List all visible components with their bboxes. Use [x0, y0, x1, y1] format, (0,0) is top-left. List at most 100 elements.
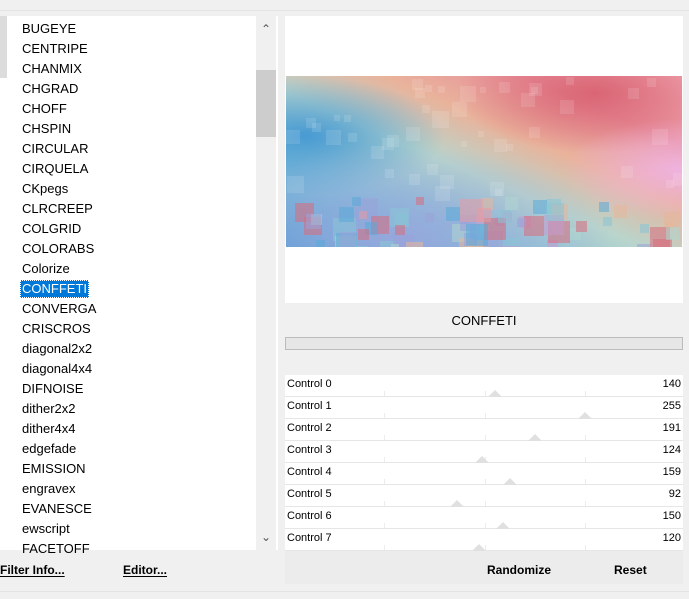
preview-mosaic-tile	[352, 197, 361, 206]
filter-list-item[interactable]: dither2x2	[14, 399, 254, 419]
preview-mosaic-tile	[546, 203, 564, 221]
filter-list-item[interactable]: engravex	[14, 479, 254, 499]
filter-list-item[interactable]: COLGRID	[14, 219, 254, 239]
randomize-button[interactable]: Randomize	[487, 563, 551, 577]
slider-tick	[384, 457, 385, 462]
slider-tick	[585, 545, 586, 550]
preview-mosaic-tile	[358, 229, 369, 240]
filter-list-item[interactable]: CHOFF	[14, 99, 254, 119]
chevron-down-icon[interactable]: ⌄	[256, 526, 276, 548]
filter-list-item[interactable]: ewscript	[14, 519, 254, 539]
filter-list-item[interactable]: BUGEYE	[14, 19, 254, 39]
filter-list-item[interactable]: EMISSION	[14, 459, 254, 479]
control-value: 159	[662, 466, 681, 478]
filter-list-item[interactable]: CIRQUELA	[14, 159, 254, 179]
filter-list-item-label: CHGRAD	[22, 81, 79, 96]
control-value: 92	[668, 488, 681, 500]
filter-list-item[interactable]: diagonal2x2	[14, 339, 254, 359]
control-slider-row[interactable]: Control 0 140	[285, 375, 683, 397]
control-slider-thumb[interactable]	[495, 522, 510, 529]
filter-list-item[interactable]: edgefade	[14, 439, 254, 459]
filter-list-item[interactable]: DIFNOISE	[14, 379, 254, 399]
preview-mosaic-tile	[652, 129, 668, 145]
filter-list[interactable]: BUGEYE CENTRIPE CHANMIX CHGRAD CHOFF CHSPIN CI…	[14, 19, 254, 559]
preview-mosaic-tile	[505, 197, 518, 210]
preview-mosaic-tile	[287, 176, 304, 193]
filter-list-item-label: dither4x4	[22, 421, 76, 436]
preview-mosaic-tile	[533, 200, 547, 214]
filter-list-item[interactable]: CHANMIX	[14, 59, 254, 79]
control-slider-thumb[interactable]	[578, 412, 592, 419]
control-slider-thumb[interactable]	[450, 500, 465, 507]
control-slider-thumb[interactable]	[487, 390, 502, 397]
slider-tick	[384, 391, 385, 396]
preview-mosaic-tile	[673, 173, 682, 186]
preview-mosaic-tile	[286, 130, 300, 144]
filter-list-item-label: EMISSION	[22, 461, 86, 476]
control-label: Control 7	[287, 532, 332, 544]
filter-list-item[interactable]: diagonal4x4	[14, 359, 254, 379]
control-slider-thumb[interactable]	[475, 456, 490, 463]
preview-mosaic-tile	[566, 77, 574, 85]
control-slider-row[interactable]: Control 4 159	[285, 463, 683, 485]
chevron-up-icon[interactable]: ⌃	[256, 18, 276, 40]
filter-list-item[interactable]: CRISCROS	[14, 319, 254, 339]
preview-mosaic-tile	[599, 202, 609, 212]
filter-list-item-label: CONVERGA	[22, 301, 97, 316]
control-slider-thumb[interactable]	[502, 478, 517, 485]
control-value: 150	[662, 510, 681, 522]
filter-list-item[interactable]: CENTRIPE	[14, 39, 254, 59]
preview-mosaic-tile	[316, 240, 325, 247]
scrollbar-thumb[interactable]	[256, 70, 276, 137]
filter-list-item[interactable]: Colorize	[14, 259, 254, 279]
filter-list-item[interactable]: CKpegs	[14, 179, 254, 199]
preview-mosaic-tile	[452, 102, 467, 117]
filter-list-item-label: Colorize	[22, 261, 70, 276]
editor-button[interactable]: Editor...	[123, 563, 167, 577]
slider-tick	[585, 501, 586, 506]
filter-list-item-label: ewscript	[22, 521, 70, 536]
filter-list-item[interactable]: CHGRAD	[14, 79, 254, 99]
preview-mosaic-tile	[490, 182, 504, 196]
preview-mosaic-tile	[614, 205, 627, 218]
filter-list-item-label: DIFNOISE	[22, 381, 84, 396]
control-slider-row[interactable]: Control 1 255	[285, 397, 683, 419]
slider-tick	[585, 457, 586, 462]
filter-list-item[interactable]: CHSPIN	[14, 119, 254, 139]
control-slider-row[interactable]: Control 6 150	[285, 507, 683, 529]
control-slider-row[interactable]: Control 7 120	[285, 529, 683, 551]
slider-tick	[485, 413, 486, 418]
control-slider-row[interactable]: Control 2 191	[285, 419, 683, 441]
slider-tick	[384, 479, 385, 484]
preview-mosaic-tile	[517, 218, 526, 227]
filter-list-item[interactable]: dither4x4	[14, 419, 254, 439]
reset-button[interactable]: Reset	[614, 563, 647, 577]
slider-tick	[384, 435, 385, 440]
control-slider-thumb[interactable]	[472, 544, 487, 551]
filter-list-item-label: CIRCULAR	[22, 141, 89, 156]
preview-mosaic-tile	[409, 174, 420, 185]
control-slider-row[interactable]: Control 3 124	[285, 441, 683, 463]
control-slider-thumb[interactable]	[527, 434, 542, 441]
preview-mosaic-tile	[371, 146, 384, 159]
filter-list-item[interactable]: CLRCREEP	[14, 199, 254, 219]
control-slider-row[interactable]: Control 5 92	[285, 485, 683, 507]
filter-list-item-label: CLRCREEP	[22, 201, 93, 216]
preview-mosaic-tile	[435, 186, 450, 201]
filter-list-item[interactable]: CONVERGA	[14, 299, 254, 319]
filter-list-item[interactable]: COLORABS	[14, 239, 254, 259]
preview-mosaic-tile	[344, 115, 351, 122]
preview-mosaic-tile	[438, 86, 445, 93]
filter-list-item-label: CENTRIPE	[22, 41, 88, 56]
preview-mosaic-tile	[560, 100, 574, 114]
filter-list-item[interactable]: EVANESCE	[14, 499, 254, 519]
preview-mosaic-tile	[326, 130, 341, 145]
controls-panel: Control 0 140 Control 1 255 Control 2 191 Cont…	[285, 375, 683, 551]
filter-list-item[interactable]: CONFFETI	[14, 279, 254, 299]
filter-list-item[interactable]: CIRCULAR	[14, 139, 254, 159]
preview-mosaic-tile	[446, 207, 460, 221]
preview-mosaic-tile	[477, 208, 491, 222]
filter-info-button[interactable]: Filter Info...	[0, 563, 65, 577]
preview-mosaic-tile	[348, 133, 357, 142]
control-label: Control 5	[287, 488, 332, 500]
